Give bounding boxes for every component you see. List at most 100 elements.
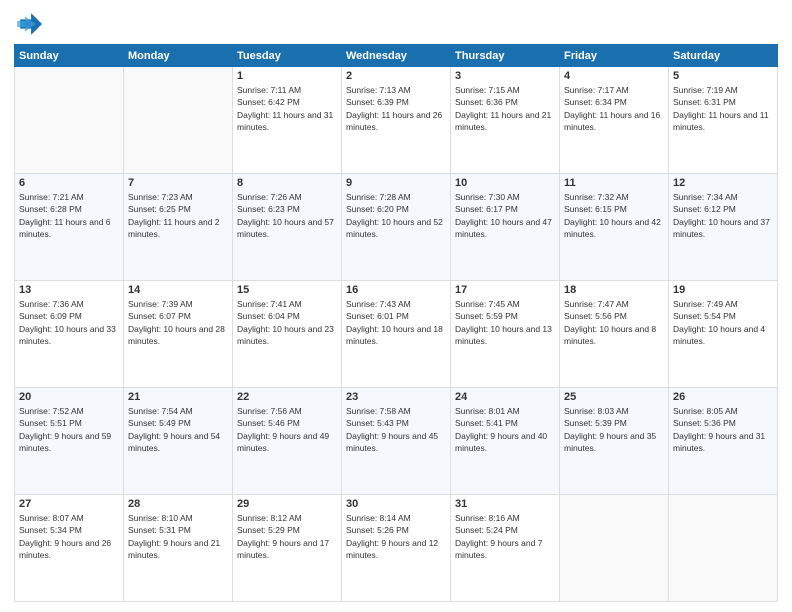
weekday-header-friday: Friday <box>560 45 669 67</box>
day-info: Sunrise: 7:56 AM Sunset: 5:46 PM Dayligh… <box>237 405 337 454</box>
day-number: 15 <box>237 284 337 296</box>
day-number: 4 <box>564 70 664 82</box>
calendar-cell: 30 Sunrise: 8:14 AM Sunset: 5:26 PM Dayli… <box>342 495 451 602</box>
day-info: Sunrise: 7:39 AM Sunset: 6:07 PM Dayligh… <box>128 298 228 347</box>
calendar-cell: 29 Sunrise: 8:12 AM Sunset: 5:29 PM Dayli… <box>233 495 342 602</box>
day-number: 22 <box>237 391 337 403</box>
day-number: 8 <box>237 177 337 189</box>
calendar-cell: 31 Sunrise: 8:16 AM Sunset: 5:24 PM Dayli… <box>451 495 560 602</box>
calendar-cell <box>560 495 669 602</box>
day-number: 7 <box>128 177 228 189</box>
calendar-cell: 15 Sunrise: 7:41 AM Sunset: 6:04 PM Dayli… <box>233 281 342 388</box>
day-number: 13 <box>19 284 119 296</box>
day-info: Sunrise: 7:26 AM Sunset: 6:23 PM Dayligh… <box>237 191 337 240</box>
calendar-cell: 20Sunrise: 7:52 AM Sunset: 5:51 PM Dayli… <box>15 388 124 495</box>
day-info: Sunrise: 7:28 AM Sunset: 6:20 PM Dayligh… <box>346 191 446 240</box>
day-info: Sunrise: 7:11 AM Sunset: 6:42 PM Dayligh… <box>237 84 337 133</box>
calendar-cell: 18Sunrise: 7:47 AM Sunset: 5:56 PM Dayli… <box>560 281 669 388</box>
day-info: Sunrise: 7:36 AM Sunset: 6:09 PM Dayligh… <box>19 298 119 347</box>
week-row-2: 6 Sunrise: 7:21 AM Sunset: 6:28 PM Daylig… <box>15 174 778 281</box>
day-info: Sunrise: 7:21 AM Sunset: 6:28 PM Dayligh… <box>19 191 119 240</box>
calendar-cell: 12 Sunrise: 7:34 AM Sunset: 6:12 PM Dayli… <box>669 174 778 281</box>
calendar-cell: 6 Sunrise: 7:21 AM Sunset: 6:28 PM Daylig… <box>15 174 124 281</box>
day-number: 3 <box>455 70 555 82</box>
day-number: 14 <box>128 284 228 296</box>
day-number: 23 <box>346 391 446 403</box>
calendar-cell: 1 Sunrise: 7:11 AM Sunset: 6:42 PM Daylig… <box>233 67 342 174</box>
day-info: Sunrise: 7:41 AM Sunset: 6:04 PM Dayligh… <box>237 298 337 347</box>
calendar-cell: 26 Sunrise: 8:05 AM Sunset: 5:36 PM Dayli… <box>669 388 778 495</box>
day-number: 27 <box>19 498 119 510</box>
calendar-cell <box>124 67 233 174</box>
calendar-cell: 16 Sunrise: 7:43 AM Sunset: 6:01 PM Dayli… <box>342 281 451 388</box>
day-info: Sunrise: 7:43 AM Sunset: 6:01 PM Dayligh… <box>346 298 446 347</box>
day-info: Sunrise: 7:34 AM Sunset: 6:12 PM Dayligh… <box>673 191 773 240</box>
calendar-cell: 23 Sunrise: 7:58 AM Sunset: 5:43 PM Dayli… <box>342 388 451 495</box>
calendar-table: SundayMondayTuesdayWednesdayThursdayFrid… <box>14 44 778 602</box>
calendar-cell: 13 Sunrise: 7:36 AM Sunset: 6:09 PM Dayli… <box>15 281 124 388</box>
day-info: Sunrise: 7:45 AM Sunset: 5:59 PM Dayligh… <box>455 298 555 347</box>
day-number: 26 <box>673 391 773 403</box>
calendar-cell <box>669 495 778 602</box>
logo-icon <box>14 10 42 38</box>
calendar-cell: 24Sunrise: 8:01 AM Sunset: 5:41 PM Dayli… <box>451 388 560 495</box>
day-number: 28 <box>128 498 228 510</box>
day-info: Sunrise: 7:52 AM Sunset: 5:51 PM Dayligh… <box>19 405 119 454</box>
day-info: Sunrise: 7:58 AM Sunset: 5:43 PM Dayligh… <box>346 405 446 454</box>
header <box>14 10 778 38</box>
day-number: 2 <box>346 70 446 82</box>
day-number: 31 <box>455 498 555 510</box>
day-number: 1 <box>237 70 337 82</box>
calendar-cell: 2 Sunrise: 7:13 AM Sunset: 6:39 PM Daylig… <box>342 67 451 174</box>
day-number: 29 <box>237 498 337 510</box>
weekday-header-monday: Monday <box>124 45 233 67</box>
day-number: 16 <box>346 284 446 296</box>
day-number: 5 <box>673 70 773 82</box>
day-info: Sunrise: 8:01 AM Sunset: 5:41 PM Dayligh… <box>455 405 555 454</box>
calendar-cell: 22 Sunrise: 7:56 AM Sunset: 5:46 PM Dayli… <box>233 388 342 495</box>
weekday-header-sunday: Sunday <box>15 45 124 67</box>
day-number: 11 <box>564 177 664 189</box>
day-number: 25 <box>564 391 664 403</box>
day-info: Sunrise: 8:07 AM Sunset: 5:34 PM Dayligh… <box>19 512 119 561</box>
day-info: Sunrise: 8:14 AM Sunset: 5:26 PM Dayligh… <box>346 512 446 561</box>
calendar-cell: 28 Sunrise: 8:10 AM Sunset: 5:31 PM Dayli… <box>124 495 233 602</box>
logo <box>14 10 46 38</box>
day-info: Sunrise: 7:30 AM Sunset: 6:17 PM Dayligh… <box>455 191 555 240</box>
day-number: 19 <box>673 284 773 296</box>
day-number: 17 <box>455 284 555 296</box>
calendar-cell: 11 Sunrise: 7:32 AM Sunset: 6:15 PM Dayli… <box>560 174 669 281</box>
weekday-header-saturday: Saturday <box>669 45 778 67</box>
day-number: 12 <box>673 177 773 189</box>
calendar-cell: 3Sunrise: 7:15 AM Sunset: 6:36 PM Daylig… <box>451 67 560 174</box>
weekday-header-row: SundayMondayTuesdayWednesdayThursdayFrid… <box>15 45 778 67</box>
day-number: 21 <box>128 391 228 403</box>
weekday-header-wednesday: Wednesday <box>342 45 451 67</box>
day-info: Sunrise: 8:12 AM Sunset: 5:29 PM Dayligh… <box>237 512 337 561</box>
calendar-cell: 27 Sunrise: 8:07 AM Sunset: 5:34 PM Dayli… <box>15 495 124 602</box>
day-number: 30 <box>346 498 446 510</box>
calendar-cell: 4 Sunrise: 7:17 AM Sunset: 6:34 PM Daylig… <box>560 67 669 174</box>
calendar-cell: 14 Sunrise: 7:39 AM Sunset: 6:07 PM Dayli… <box>124 281 233 388</box>
day-number: 10 <box>455 177 555 189</box>
day-number: 18 <box>564 284 664 296</box>
day-info: Sunrise: 8:05 AM Sunset: 5:36 PM Dayligh… <box>673 405 773 454</box>
day-info: Sunrise: 7:23 AM Sunset: 6:25 PM Dayligh… <box>128 191 228 240</box>
week-row-5: 27 Sunrise: 8:07 AM Sunset: 5:34 PM Dayli… <box>15 495 778 602</box>
calendar-cell: 9Sunrise: 7:28 AM Sunset: 6:20 PM Daylig… <box>342 174 451 281</box>
day-info: Sunrise: 7:13 AM Sunset: 6:39 PM Dayligh… <box>346 84 446 133</box>
day-info: Sunrise: 7:32 AM Sunset: 6:15 PM Dayligh… <box>564 191 664 240</box>
day-info: Sunrise: 7:54 AM Sunset: 5:49 PM Dayligh… <box>128 405 228 454</box>
calendar-cell: 8 Sunrise: 7:26 AM Sunset: 6:23 PM Daylig… <box>233 174 342 281</box>
day-number: 6 <box>19 177 119 189</box>
day-info: Sunrise: 7:17 AM Sunset: 6:34 PM Dayligh… <box>564 84 664 133</box>
day-info: Sunrise: 8:03 AM Sunset: 5:39 PM Dayligh… <box>564 405 664 454</box>
calendar-cell <box>15 67 124 174</box>
weekday-header-tuesday: Tuesday <box>233 45 342 67</box>
calendar-cell: 5Sunrise: 7:19 AM Sunset: 6:31 PM Daylig… <box>669 67 778 174</box>
day-info: Sunrise: 8:10 AM Sunset: 5:31 PM Dayligh… <box>128 512 228 561</box>
day-info: Sunrise: 8:16 AM Sunset: 5:24 PM Dayligh… <box>455 512 555 561</box>
calendar-cell: 7 Sunrise: 7:23 AM Sunset: 6:25 PM Daylig… <box>124 174 233 281</box>
calendar-cell: 19Sunrise: 7:49 AM Sunset: 5:54 PM Dayli… <box>669 281 778 388</box>
weekday-header-thursday: Thursday <box>451 45 560 67</box>
